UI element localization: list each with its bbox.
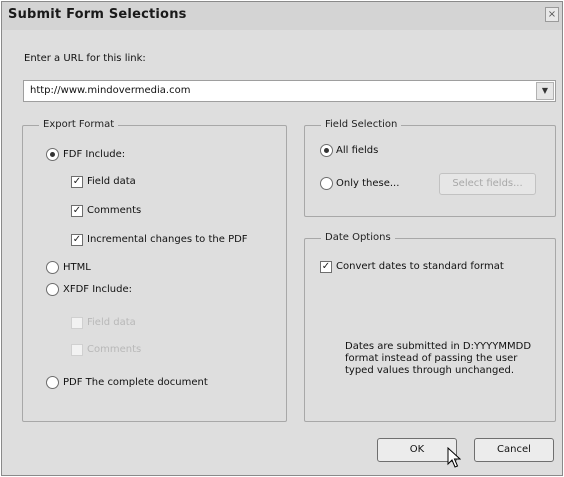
xfdf-field-data-label: Field data [87, 317, 136, 328]
select-fields-button[interactable]: Select fields... [439, 173, 536, 195]
fdf-comments-label: Comments [87, 205, 142, 216]
xfdf-radio[interactable] [46, 283, 59, 296]
xfdf-comments-label: Comments [87, 344, 142, 355]
fdf-radio-label: FDF Include: [63, 149, 126, 160]
pdf-radio[interactable] [46, 376, 59, 389]
mouse-cursor-icon [447, 447, 461, 468]
ok-button[interactable]: OK [377, 438, 457, 462]
cancel-button[interactable]: Cancel [474, 438, 554, 462]
only-these-radio[interactable] [320, 177, 333, 190]
convert-dates-checkbox[interactable]: ✓ [320, 261, 332, 273]
xfdf-comments-checkbox[interactable] [71, 344, 83, 356]
field-selection-legend: Field Selection [321, 119, 402, 130]
fdf-field-data-label: Field data [87, 176, 136, 187]
pdf-radio-label: PDF The complete document [63, 377, 208, 388]
dialog-title: Submit Form Selections [8, 7, 187, 22]
url-input[interactable]: http://www.mindovermedia.com [30, 85, 190, 96]
field-selection-group: Field Selection All fields Only these...… [304, 119, 556, 217]
convert-dates-label: Convert dates to standard format [336, 261, 504, 272]
close-icon[interactable]: × [545, 7, 559, 22]
date-format-note: Dates are submitted in D:YYYYMMDD format… [345, 341, 532, 376]
fdf-comments-checkbox[interactable]: ✓ [71, 205, 83, 217]
fdf-radio[interactable] [46, 148, 59, 161]
fdf-incremental-checkbox[interactable]: ✓ [71, 234, 83, 246]
html-radio[interactable] [46, 261, 59, 274]
export-format-group: Export Format FDF Include: ✓ Field data … [22, 119, 287, 422]
xfdf-field-data-checkbox[interactable] [71, 317, 83, 329]
date-options-group: Date Options ✓ Convert dates to standard… [304, 232, 556, 422]
all-fields-radio[interactable] [320, 144, 333, 157]
xfdf-radio-label: XFDF Include: [63, 284, 133, 295]
fdf-field-data-checkbox[interactable]: ✓ [71, 176, 83, 188]
date-options-legend: Date Options [321, 232, 395, 243]
export-format-legend: Export Format [39, 119, 119, 130]
fdf-incremental-label: Incremental changes to the PDF [87, 234, 248, 245]
submit-form-selections-dialog: Submit Form Selections × Enter a URL for… [1, 1, 563, 476]
all-fields-label: All fields [336, 145, 379, 156]
only-these-label: Only these... [336, 178, 400, 189]
url-label: Enter a URL for this link: [24, 53, 146, 64]
chevron-down-icon[interactable]: ▼ [536, 82, 554, 100]
html-radio-label: HTML [63, 262, 91, 273]
url-combobox[interactable]: http://www.mindovermedia.com ▼ [23, 80, 556, 102]
title-bar[interactable]: Submit Form Selections × [2, 2, 562, 30]
